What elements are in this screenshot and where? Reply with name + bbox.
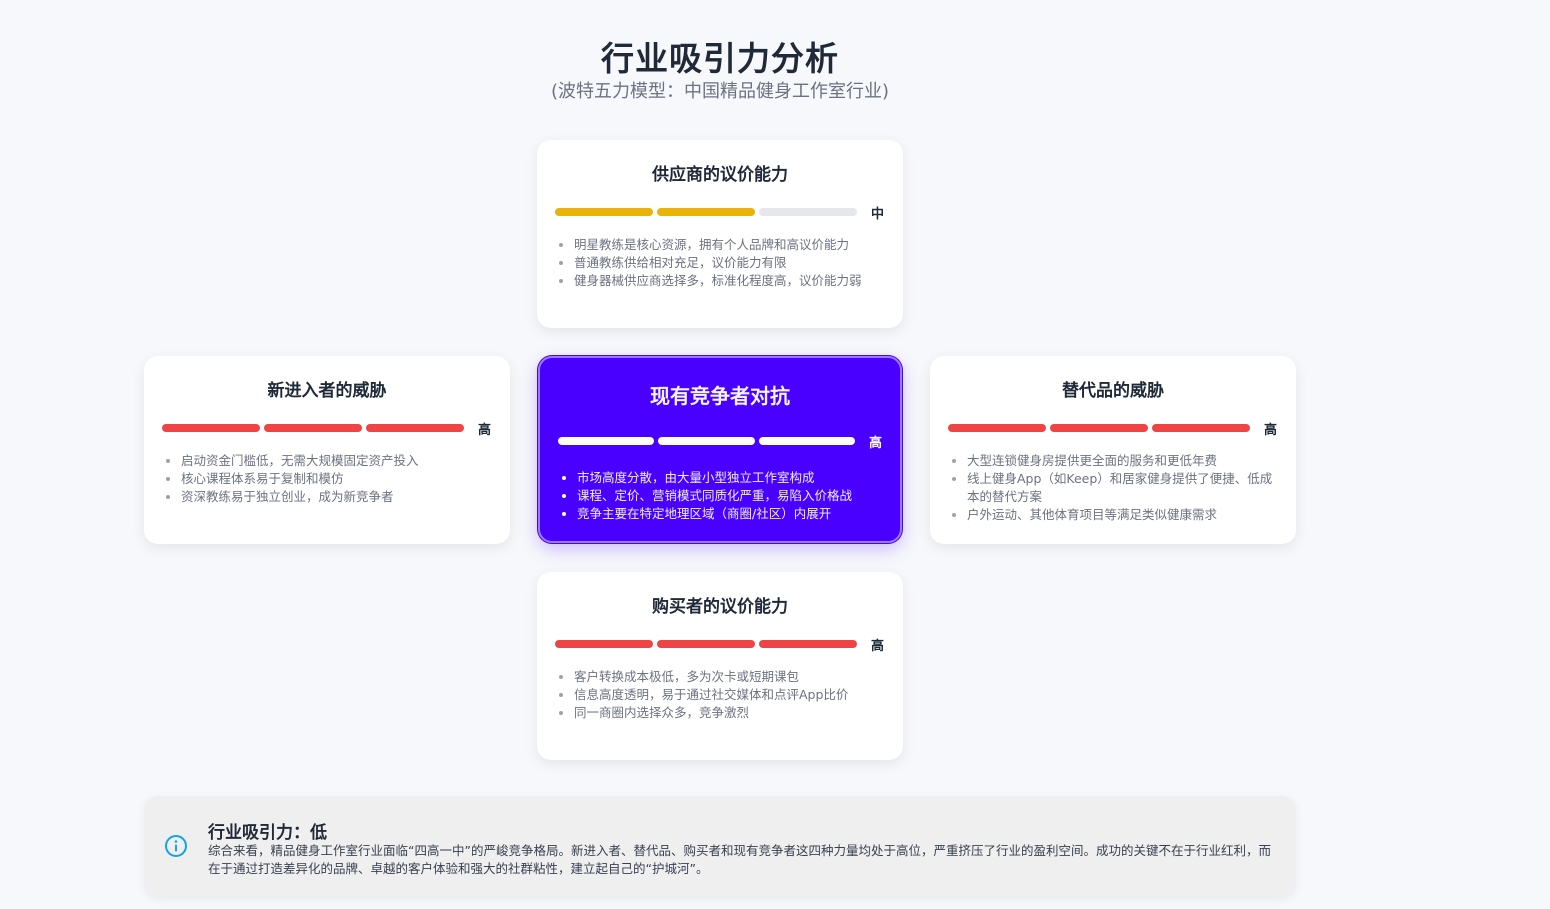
level-label: 中 bbox=[871, 206, 885, 222]
list-item: 明星教练是核心资源，拥有个人品牌和高议价能力 bbox=[574, 236, 885, 254]
list-item: 课程、定价、营销模式同质化严重，易陷入价格战 bbox=[577, 487, 882, 505]
point-list: 客户转换成本极低，多为次卡或短期课包 信息高度透明，易于通过社交媒体和点评App… bbox=[555, 668, 885, 722]
rivalry-card: 现有竞争者对抗 高 市场高度分散，由大量小型独立工作室构成 课程、定价、营销模式… bbox=[538, 356, 902, 543]
buyer-power-card: 购买者的议价能力 高 客户转换成本极低，多为次卡或短期课包 信息高度透明，易于通… bbox=[537, 572, 903, 760]
list-item: 资深教练易于独立创业，成为新竞争者 bbox=[181, 488, 492, 506]
supplier-power-card: 供应商的议价能力 中 明星教练是核心资源，拥有个人品牌和高议价能力 普通教练供给… bbox=[537, 140, 903, 328]
info-icon bbox=[165, 835, 187, 857]
level-label: 高 bbox=[1264, 422, 1278, 438]
point-list: 大型连锁健身房提供更全面的服务和更低年费 线上健身App（如Keep）和居家健身… bbox=[948, 452, 1278, 524]
new-entrants-card: 新进入者的威胁 高 启动资金门槛低，无需大规模固定资产投入 核心课程体系易于复制… bbox=[144, 356, 510, 544]
list-item: 信息高度透明，易于通过社交媒体和点评App比价 bbox=[574, 686, 885, 704]
level-label: 高 bbox=[868, 435, 882, 451]
point-list: 启动资金门槛低，无需大规模固定资产投入 核心课程体系易于复制和模仿 资深教练易于… bbox=[162, 452, 492, 506]
list-item: 核心课程体系易于复制和模仿 bbox=[181, 470, 492, 488]
list-item: 竞争主要在特定地理区域（商圈/社区）内展开 bbox=[577, 505, 882, 523]
level-segment bbox=[759, 640, 857, 648]
point-list: 明星教练是核心资源，拥有个人品牌和高议价能力 普通教练供给相对充足，议价能力有限… bbox=[555, 236, 885, 290]
card-title: 替代品的威胁 bbox=[1062, 381, 1164, 401]
list-item: 户外运动、其他体育项目等满足类似健康需求 bbox=[967, 506, 1278, 524]
level-segment bbox=[758, 437, 855, 445]
page-subtitle: (波特五力模型：中国精品健身工作室行业) bbox=[550, 81, 890, 102]
level-bar: 高 bbox=[555, 634, 885, 654]
level-segment bbox=[658, 437, 755, 445]
level-segment bbox=[162, 424, 260, 432]
point-list: 市场高度分散，由大量小型独立工作室构成 课程、定价、营销模式同质化严重，易陷入价… bbox=[558, 469, 882, 523]
level-bar: 高 bbox=[948, 418, 1278, 438]
card-title: 供应商的议价能力 bbox=[652, 165, 788, 185]
level-segment bbox=[264, 424, 362, 432]
list-item: 普通教练供给相对充足，议价能力有限 bbox=[574, 254, 885, 272]
level-segment bbox=[555, 640, 653, 648]
list-item: 启动资金门槛低，无需大规模固定资产投入 bbox=[181, 452, 492, 470]
list-item: 市场高度分散，由大量小型独立工作室构成 bbox=[577, 469, 882, 487]
card-title: 购买者的议价能力 bbox=[652, 597, 788, 617]
level-segment bbox=[1152, 424, 1250, 432]
level-segment bbox=[759, 208, 857, 216]
summary-text: 综合来看，精品健身工作室行业面临“四高一中”的严峻竞争格局。新进入者、替代品、购… bbox=[208, 843, 1271, 876]
card-title: 新进入者的威胁 bbox=[267, 381, 387, 401]
summary-box: 行业吸引力：低 综合来看，精品健身工作室行业面临“四高一中”的严峻竞争格局。新进… bbox=[144, 796, 1296, 896]
level-segment bbox=[555, 208, 653, 216]
list-item: 线上健身App（如Keep）和居家健身提供了便捷、低成本的替代方案 bbox=[967, 470, 1278, 506]
level-label: 高 bbox=[871, 638, 885, 654]
level-segment bbox=[948, 424, 1046, 432]
level-segment bbox=[366, 424, 464, 432]
list-item: 大型连锁健身房提供更全面的服务和更低年费 bbox=[967, 452, 1278, 470]
list-item: 客户转换成本极低，多为次卡或短期课包 bbox=[574, 668, 885, 686]
page-title: 行业吸引力分析 bbox=[601, 39, 839, 78]
list-item: 健身器械供应商选择多，标准化程度高，议价能力弱 bbox=[574, 272, 885, 290]
card-title: 现有竞争者对抗 bbox=[650, 384, 790, 408]
level-segment bbox=[1050, 424, 1148, 432]
level-segment bbox=[657, 208, 755, 216]
level-bar: 中 bbox=[555, 202, 885, 222]
substitutes-card: 替代品的威胁 高 大型连锁健身房提供更全面的服务和更低年费 线上健身App（如K… bbox=[930, 356, 1296, 544]
summary-title: 行业吸引力：低 bbox=[208, 823, 327, 843]
level-bar: 高 bbox=[162, 418, 492, 438]
list-item: 同一商圈内选择众多，竞争激烈 bbox=[574, 704, 885, 722]
level-segment bbox=[558, 437, 655, 445]
level-segment bbox=[657, 640, 755, 648]
level-label: 高 bbox=[478, 422, 492, 438]
level-bar: 高 bbox=[558, 431, 882, 451]
